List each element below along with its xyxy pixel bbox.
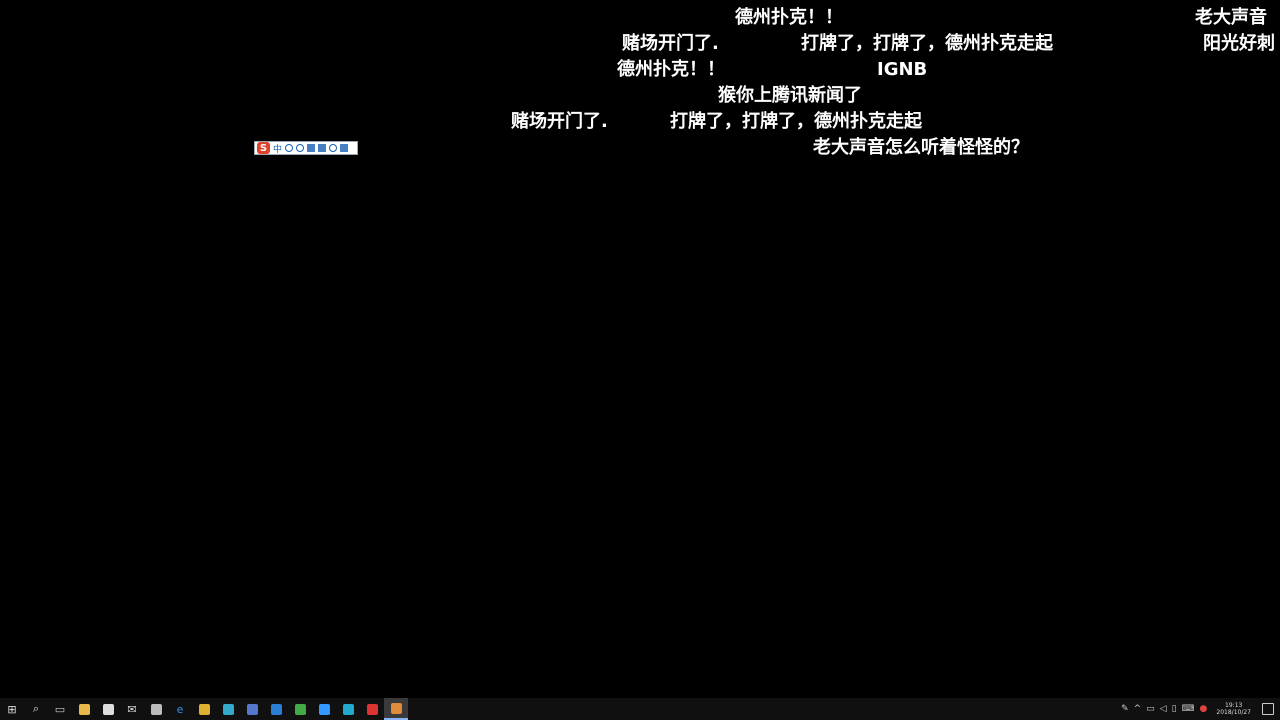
app-icon-1[interactable]	[144, 698, 168, 720]
danmaku-comment: 猴你上腾讯新闻了	[718, 85, 862, 106]
app-icon-3-glyph	[246, 703, 258, 715]
skin-icon[interactable]	[329, 144, 338, 152]
store-icon[interactable]	[96, 698, 120, 720]
taskbar: ⊞ ⌕ ▭ ✉ e ✎ ^ ▭ ◁ ▯ ⌨ ● 19:13 2018/10/27	[0, 698, 1280, 720]
file-explorer-icon-glyph	[78, 703, 90, 715]
danmaku-comment: 德州扑克！！	[617, 59, 725, 80]
emoji-icon[interactable]	[296, 144, 305, 152]
voice-icon[interactable]	[307, 144, 316, 152]
toolbox-icon[interactable]	[340, 144, 349, 152]
file-explorer-icon[interactable]	[72, 698, 96, 720]
chrome-icon-glyph	[198, 703, 210, 715]
pen-icon[interactable]: ✎	[1121, 704, 1129, 714]
punctuation-icon[interactable]	[285, 144, 294, 152]
task-view-icon[interactable]: ▭	[48, 698, 72, 720]
app-icon-4[interactable]	[312, 698, 336, 720]
danmaku-comment: 德州扑克！！	[735, 7, 843, 28]
chrome-icon[interactable]	[192, 698, 216, 720]
danmaku-comment: 打牌了，打牌了，德州扑克走起	[670, 111, 922, 132]
app-icon-7[interactable]	[384, 698, 408, 720]
terminal-icon[interactable]	[288, 698, 312, 720]
danmaku-comment: 老大声音	[1195, 7, 1267, 28]
mail-icon[interactable]: ✉	[120, 698, 144, 720]
clock[interactable]: 19:13 2018/10/27	[1216, 702, 1251, 716]
danmaku-comment: 阳光好刺	[1203, 33, 1275, 54]
network-icon[interactable]: ▭	[1146, 704, 1155, 714]
danmaku-comment: 赌场开门了.	[511, 111, 608, 132]
clock-date: 2018/10/27	[1216, 709, 1251, 716]
browser-icon-glyph	[270, 703, 282, 715]
video-player-screen: 德州扑克！！ 老大声音 赌场开门了. 打牌了，打牌了，德州扑克走起 阳光好刺 德…	[0, 0, 1280, 720]
danmaku-comment: 老大声音怎么听着怪怪的？	[813, 137, 1029, 158]
volume-icon[interactable]: ◁	[1160, 704, 1167, 714]
battery-icon[interactable]: ▯	[1172, 704, 1177, 714]
browser-icon[interactable]	[264, 698, 288, 720]
clock-time: 19:13	[1225, 702, 1243, 709]
notification-icon[interactable]	[1262, 703, 1274, 715]
start-icon[interactable]: ⊞	[0, 698, 24, 720]
app-icon-5-glyph	[342, 703, 354, 715]
danmaku-comment: 打牌了，打牌了，德州扑克走起	[801, 33, 1053, 54]
app-icon-3[interactable]	[240, 698, 264, 720]
keyboard-icon[interactable]	[318, 144, 327, 152]
app-icon-2[interactable]	[216, 698, 240, 720]
app-icon-6-glyph	[366, 703, 378, 715]
app-icon-2-glyph	[222, 703, 234, 715]
sogou-logo-icon[interactable]: S	[257, 142, 270, 154]
danmaku-comment: 赌场开门了.	[622, 33, 719, 54]
app-icon-4-glyph	[318, 703, 330, 715]
app-icon-6[interactable]	[360, 698, 384, 720]
antivirus-icon[interactable]: ●	[1200, 704, 1208, 714]
search-icon[interactable]: ⌕	[24, 698, 48, 720]
app-icon-5[interactable]	[336, 698, 360, 720]
store-icon-glyph	[102, 703, 114, 715]
taskbar-apps: ▭ ✉ e	[48, 698, 408, 720]
ime-toolbar[interactable]: S 中	[254, 141, 358, 155]
ime-mode-toggle[interactable]: 中	[273, 142, 282, 155]
input-icon[interactable]: ⌨	[1182, 704, 1195, 714]
system-tray: ✎ ^ ▭ ◁ ▯ ⌨ ● 19:13 2018/10/27	[1121, 698, 1280, 720]
app-icon-7-glyph	[390, 702, 402, 714]
terminal-icon-glyph	[294, 703, 306, 715]
chevron-up-icon[interactable]: ^	[1134, 704, 1142, 714]
danmaku-comment: IGNB	[877, 59, 928, 80]
app-icon-1-glyph	[150, 703, 162, 715]
edge-icon[interactable]: e	[168, 698, 192, 720]
